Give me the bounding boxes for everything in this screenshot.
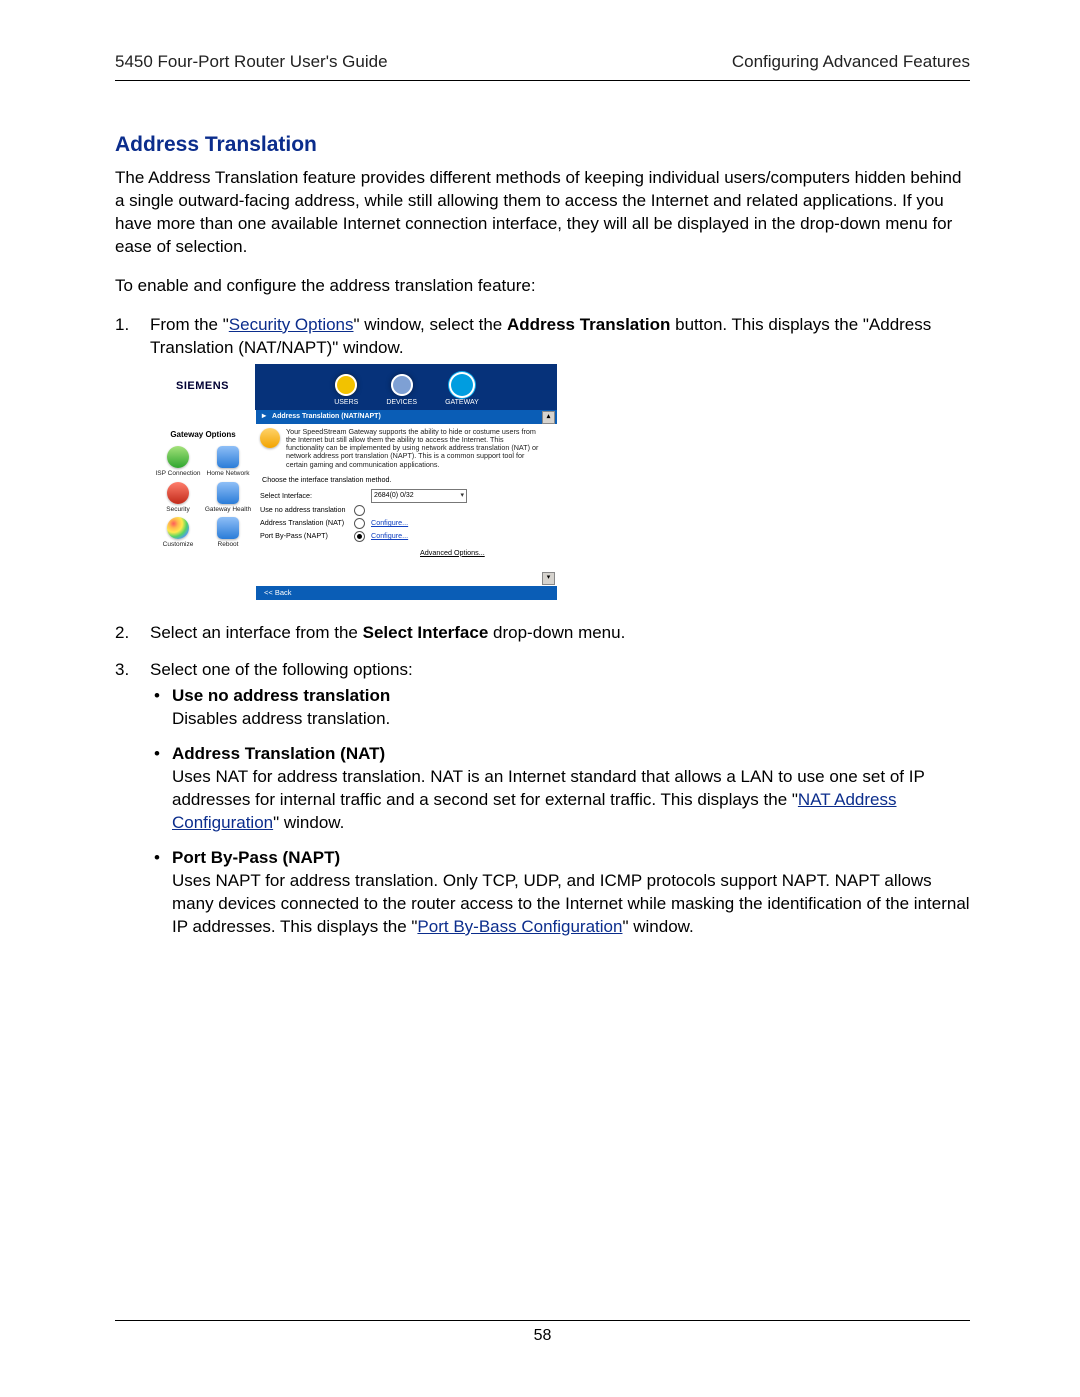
- page-footer: 58: [115, 1320, 970, 1345]
- step1-mid: " window, select the: [354, 315, 507, 334]
- select-interface-value: 2684(0) 0/32: [374, 491, 414, 500]
- opt3-configure-link[interactable]: Configure...: [371, 531, 541, 541]
- b1-title: Use no address translation: [172, 686, 390, 705]
- main-description: Your SpeedStream Gateway supports the ab…: [286, 428, 541, 469]
- opt1-radio[interactable]: [354, 505, 365, 516]
- sidebar: Gateway Options ISP Connection Home Netw…: [150, 424, 256, 600]
- header-left: 5450 Four-Port Router User's Guide: [115, 52, 388, 72]
- shot-body: Gateway Options ISP Connection Home Netw…: [150, 424, 557, 600]
- siemens-logo: SIEMENS: [150, 364, 256, 410]
- step1-pre: From the ": [150, 315, 229, 334]
- breadcrumb-text: Address Translation (NAT/NAPT): [272, 412, 381, 421]
- breadcrumb-bar: ▸ Address Translation (NAT/NAPT) ▴: [256, 410, 557, 424]
- tab-gateway-label: GATEWAY: [445, 398, 479, 407]
- opt2-configure-link[interactable]: Configure...: [371, 518, 541, 528]
- opt2-radio[interactable]: [354, 518, 365, 529]
- chevron-down-icon: ▾: [460, 491, 464, 500]
- document-page: 5450 Four-Port Router User's Guide Confi…: [0, 0, 1080, 1397]
- page-header: 5450 Four-Port Router User's Guide Confi…: [115, 52, 970, 81]
- scroll-up-icon[interactable]: ▴: [542, 411, 555, 424]
- devices-icon: [391, 374, 413, 396]
- intro-paragraph: The Address Translation feature provides…: [115, 167, 970, 259]
- tab-users-label: USERS: [334, 398, 358, 407]
- section-heading: Address Translation: [115, 133, 970, 157]
- step-2: 2. Select an interface from the Select I…: [115, 622, 970, 645]
- reboot-icon: [217, 517, 239, 539]
- back-button[interactable]: << Back: [256, 586, 557, 600]
- option-nat-row: Address Translation (NAT) Configure...: [260, 518, 541, 529]
- step-number: 3.: [115, 659, 150, 951]
- select-interface-row: Select Interface: 2684(0) 0/32 ▾: [260, 489, 541, 503]
- gh-label: Gateway Health: [205, 506, 251, 513]
- security-options-link[interactable]: Security Options: [229, 315, 354, 334]
- select-interface-label: Select Interface:: [260, 491, 350, 501]
- sidebar-item-gateway-health[interactable]: Gateway Health: [204, 482, 252, 513]
- shot-top-bar: SIEMENS USERS DEVICES: [150, 364, 557, 410]
- b2-text2: " window.: [273, 813, 344, 832]
- tab-gateway[interactable]: GATEWAY: [445, 374, 479, 407]
- tab-devices[interactable]: DEVICES: [386, 374, 417, 407]
- sidebar-item-home[interactable]: Home Network: [204, 446, 252, 477]
- router-ui-screenshot: SIEMENS USERS DEVICES: [150, 364, 557, 600]
- opt2-label: Address Translation (NAT): [260, 518, 350, 528]
- isp-icon: [167, 446, 189, 468]
- bullet-nat: Address Translation (NAT) Uses NAT for a…: [150, 743, 970, 835]
- security-label: Security: [166, 506, 189, 513]
- customize-label: Customize: [163, 541, 194, 548]
- step2-post: drop-down menu.: [488, 623, 625, 642]
- step1-bold: Address Translation: [507, 315, 670, 334]
- main-subheading: Choose the interface translation method.: [262, 475, 541, 485]
- b2-title: Address Translation (NAT): [172, 744, 385, 763]
- b1-text: Disables address translation.: [172, 709, 390, 728]
- main-panel: Your SpeedStream Gateway supports the ab…: [256, 424, 557, 600]
- step2-pre: Select an interface from the: [150, 623, 363, 642]
- sidebar-title: Gateway Options: [154, 430, 252, 441]
- opt3-radio[interactable]: [354, 531, 365, 542]
- option-no-translation-row: Use no address translation: [260, 505, 541, 516]
- gateway-health-icon: [217, 482, 239, 504]
- breadcrumb-icon: ▸: [262, 411, 266, 422]
- gateway-icon: [451, 374, 473, 396]
- scroll-down-icon[interactable]: ▾: [542, 572, 555, 585]
- step-3: 3. Select one of the following options: …: [115, 659, 970, 951]
- b3-text2: " window.: [622, 917, 693, 936]
- isp-label: ISP Connection: [155, 470, 200, 477]
- step2-bold: Select Interface: [363, 623, 489, 642]
- home-icon: [217, 446, 239, 468]
- customize-icon: [167, 517, 189, 539]
- tab-devices-label: DEVICES: [386, 398, 417, 407]
- security-icon: [167, 482, 189, 504]
- advanced-options-link[interactable]: Advanced Options...: [420, 548, 485, 558]
- step-number: 1.: [115, 314, 150, 608]
- step3-text: Select one of the following options:: [150, 660, 413, 679]
- options-bullets: Use no address translation Disables addr…: [150, 685, 970, 938]
- lead-paragraph: To enable and configure the address tran…: [115, 275, 970, 298]
- sidebar-item-reboot[interactable]: Reboot: [204, 517, 252, 548]
- steps-list: 1. From the "Security Options" window, s…: [115, 314, 970, 951]
- b3-title: Port By-Pass (NAPT): [172, 848, 340, 867]
- step-number: 2.: [115, 622, 150, 645]
- sidebar-item-security[interactable]: Security: [154, 482, 202, 513]
- step-1: 1. From the "Security Options" window, s…: [115, 314, 970, 608]
- page-number: 58: [534, 1327, 552, 1344]
- sidebar-item-customize[interactable]: Customize: [154, 517, 202, 548]
- select-interface-dropdown[interactable]: 2684(0) 0/32 ▾: [371, 489, 467, 503]
- option-napt-row: Port By-Pass (NAPT) Configure...: [260, 531, 541, 542]
- opt1-label: Use no address translation: [260, 505, 350, 515]
- bullet-no-translation: Use no address translation Disables addr…: [150, 685, 970, 731]
- translation-icon: [260, 428, 280, 448]
- tab-users[interactable]: USERS: [334, 374, 358, 407]
- header-right: Configuring Advanced Features: [732, 52, 970, 72]
- users-icon: [335, 374, 357, 396]
- sidebar-item-isp[interactable]: ISP Connection: [154, 446, 202, 477]
- top-tabs: USERS DEVICES GATEWAY: [256, 364, 557, 410]
- opt3-label: Port By-Pass (NAPT): [260, 531, 350, 541]
- reboot-label: Reboot: [218, 541, 239, 548]
- home-label: Home Network: [207, 470, 250, 477]
- bullet-napt: Port By-Pass (NAPT) Uses NAPT for addres…: [150, 847, 970, 939]
- port-bypass-config-link[interactable]: Port By-Bass Configuration: [417, 917, 622, 936]
